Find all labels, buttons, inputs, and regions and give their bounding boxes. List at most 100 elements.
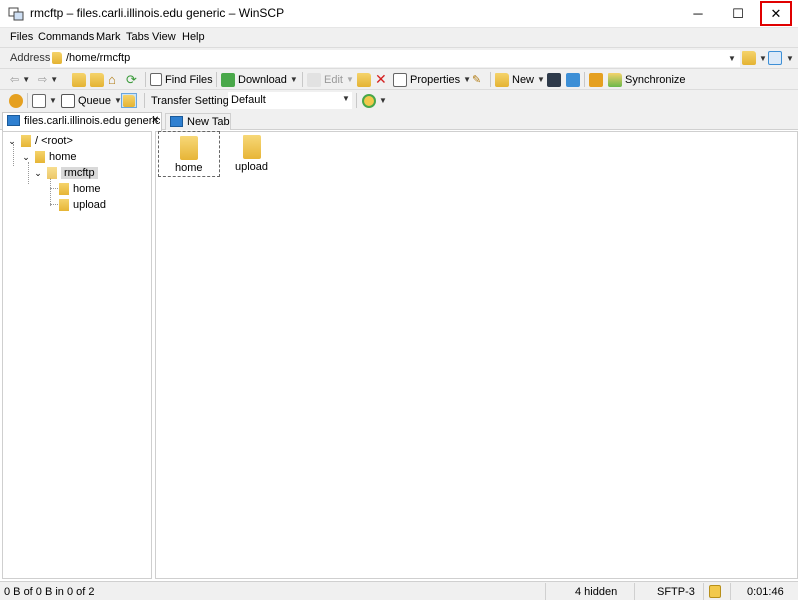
file-list-panel[interactable] bbox=[155, 131, 798, 579]
filter-icon[interactable] bbox=[768, 51, 782, 65]
winscp-app-icon[interactable] bbox=[8, 6, 24, 22]
menu-view[interactable]: View bbox=[152, 31, 176, 43]
chevron-down-icon[interactable]: ⌄ bbox=[33, 168, 43, 179]
hidden-files-status[interactable]: 4 hidden bbox=[575, 586, 617, 598]
new-icon bbox=[495, 72, 509, 87]
address-dropdown-icon[interactable]: ▼ bbox=[728, 54, 736, 63]
new-dropdown-icon: ▼ bbox=[537, 75, 545, 84]
open-terminal-button[interactable] bbox=[547, 72, 561, 87]
address-input[interactable] bbox=[50, 50, 740, 67]
properties-button[interactable]: Properties ▼ bbox=[393, 72, 471, 87]
folder-icon bbox=[35, 151, 45, 163]
transfer-settings-value: Default bbox=[231, 94, 266, 106]
edit-label: Edit bbox=[324, 73, 343, 86]
toolbar-separator bbox=[27, 93, 28, 108]
refresh-button[interactable]: ⟳ bbox=[126, 72, 137, 87]
preferences-button[interactable] bbox=[9, 93, 23, 108]
folder-icon bbox=[59, 199, 69, 211]
lock-icon[interactable] bbox=[709, 585, 721, 598]
toolbar-separator bbox=[144, 93, 145, 108]
queue-icon bbox=[61, 93, 75, 108]
rename-button[interactable]: ✎ bbox=[472, 72, 481, 87]
compare-directories-icon bbox=[589, 72, 603, 87]
tree-guide-line bbox=[50, 178, 51, 206]
queue-button[interactable]: Queue ▼ bbox=[61, 93, 122, 108]
toolbar-separator bbox=[356, 93, 357, 108]
tree-item-child-home[interactable]: home bbox=[59, 182, 101, 196]
file-item-home[interactable]: home bbox=[158, 131, 220, 177]
tree-item-home[interactable]: ⌄ home bbox=[21, 150, 77, 164]
transfer-settings-dropdown-icon[interactable]: ▼ bbox=[342, 94, 350, 103]
menu-help[interactable]: Help bbox=[182, 31, 205, 43]
toolbar-separator bbox=[584, 72, 585, 87]
directory-tree[interactable]: ⌄ / <root> ⌄ home ⌄ rmcftp home upload bbox=[2, 131, 152, 579]
download-button[interactable]: Download ▼ bbox=[221, 72, 298, 87]
file-item-label: upload bbox=[235, 161, 269, 173]
tree-item-label: home bbox=[49, 151, 77, 163]
synchronize-label: Synchronize bbox=[625, 73, 686, 86]
forward-arrow-icon: ⇨ bbox=[38, 74, 48, 86]
properties-dropdown-icon: ▼ bbox=[463, 75, 472, 84]
move-icon bbox=[357, 72, 371, 87]
file-item-upload[interactable]: upload bbox=[230, 131, 274, 177]
chevron-down-icon[interactable]: ⌄ bbox=[7, 136, 17, 147]
back-dropdown-icon: ▼ bbox=[22, 75, 31, 84]
rename-icon: ✎ bbox=[472, 74, 482, 86]
back-button[interactable]: ⇦ ▼ bbox=[10, 72, 30, 87]
new-tab-button[interactable]: New Tab bbox=[165, 113, 231, 130]
move-button[interactable] bbox=[357, 72, 371, 87]
open-directory-dropdown-icon[interactable]: ▼ bbox=[759, 54, 767, 63]
maximize-button[interactable]: ☐ bbox=[718, 0, 758, 27]
delete-icon: ✕ bbox=[375, 71, 387, 87]
folder-icon bbox=[59, 183, 69, 195]
synchronize-button[interactable]: Synchronize bbox=[608, 72, 686, 87]
delete-button[interactable]: ✕ bbox=[375, 71, 387, 87]
parent-directory-button[interactable] bbox=[72, 72, 86, 87]
tree-item-root[interactable]: ⌄ / <root> bbox=[7, 134, 73, 148]
address-bar: Address /home/rmcftp ▼ ▼ ▼ bbox=[0, 47, 798, 68]
file-item-label: home bbox=[175, 162, 203, 174]
toolbar-separator bbox=[490, 72, 491, 87]
folder-icon bbox=[21, 135, 31, 147]
back-arrow-icon: ⇦ bbox=[10, 74, 20, 86]
window-title: rmcftp – files.carli.illinois.edu generi… bbox=[30, 6, 285, 20]
minimize-icon: ─ bbox=[693, 6, 703, 21]
new-tab-icon bbox=[170, 116, 183, 127]
minimize-button[interactable]: ─ bbox=[678, 0, 718, 27]
find-files-label: Find Files bbox=[165, 73, 213, 86]
tree-item-label: home bbox=[73, 183, 101, 195]
view-style-dropdown-icon: ▼ bbox=[49, 96, 57, 105]
edit-icon bbox=[307, 72, 321, 87]
chevron-down-icon[interactable]: ⌄ bbox=[21, 152, 31, 163]
menu-commands[interactable]: Commands bbox=[38, 31, 94, 43]
open-directory-icon[interactable] bbox=[742, 51, 756, 65]
menu-mark[interactable]: Mark bbox=[96, 31, 120, 43]
transfer-options-button[interactable]: ▼ bbox=[362, 93, 387, 108]
menu-tabs[interactable]: Tabs bbox=[126, 31, 149, 43]
putty-button[interactable] bbox=[566, 72, 580, 87]
find-files-button[interactable]: Find Files bbox=[150, 72, 213, 87]
session-tab[interactable]: files.carli.illinois.edu generic ✕ bbox=[2, 112, 162, 131]
tab-close-icon[interactable]: ✕ bbox=[151, 115, 159, 126]
filter-dropdown-icon[interactable]: ▼ bbox=[786, 54, 794, 63]
tree-toggle-button[interactable] bbox=[121, 93, 137, 108]
tree-item-rmcftp[interactable]: ⌄ rmcftp bbox=[33, 166, 98, 180]
properties-icon bbox=[393, 72, 407, 87]
tree-item-child-upload[interactable]: upload bbox=[59, 198, 106, 212]
open-folder-icon bbox=[47, 167, 57, 179]
download-dropdown-icon: ▼ bbox=[289, 75, 298, 84]
edit-button[interactable]: Edit ▼ bbox=[307, 72, 354, 87]
compare-directories-button[interactable] bbox=[589, 72, 603, 87]
new-button[interactable]: New ▼ bbox=[495, 72, 545, 87]
forward-button[interactable]: ⇨ ▼ bbox=[38, 72, 58, 87]
close-icon: ✕ bbox=[770, 5, 782, 21]
home-directory-button[interactable]: ⌂ bbox=[108, 72, 116, 87]
tree-toggle-icon bbox=[123, 94, 135, 107]
synchronize-icon bbox=[608, 72, 622, 87]
menu-files[interactable]: Files bbox=[10, 31, 33, 43]
close-button[interactable]: ✕ bbox=[760, 1, 792, 26]
view-style-button[interactable]: ▼ bbox=[32, 93, 57, 108]
monitor-icon bbox=[7, 115, 20, 126]
elapsed-time: 0:01:46 bbox=[747, 586, 784, 598]
root-directory-button[interactable] bbox=[90, 72, 104, 87]
